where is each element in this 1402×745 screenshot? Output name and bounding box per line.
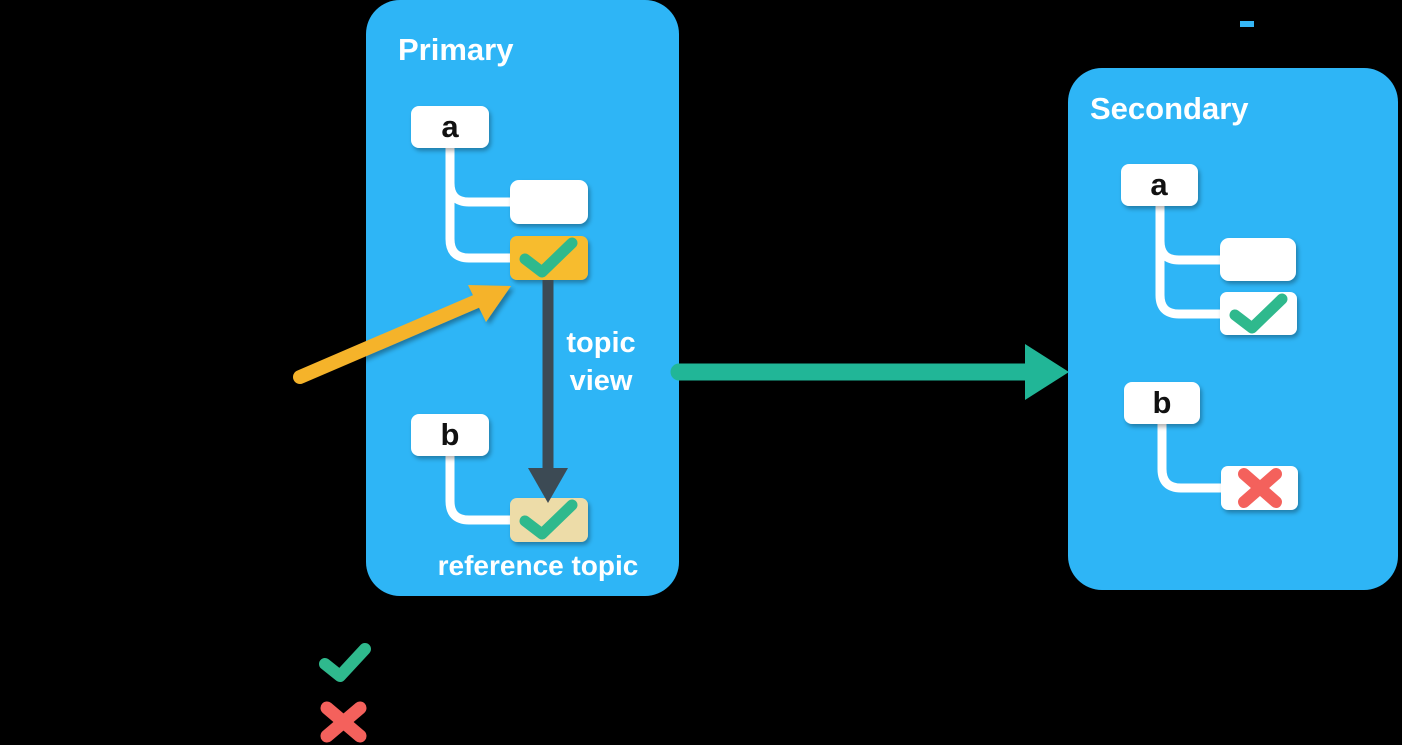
legend — [319, 643, 371, 743]
cross-icon — [320, 701, 367, 743]
legend-item-check — [319, 643, 371, 682]
legend-layer — [319, 21, 1254, 743]
check-icon — [319, 643, 371, 682]
legend-item-cross — [320, 701, 367, 743]
top-right-dash-marker — [1240, 21, 1254, 27]
diagram-canvas: Primary a b reference topic Secondary a … — [0, 0, 1402, 745]
